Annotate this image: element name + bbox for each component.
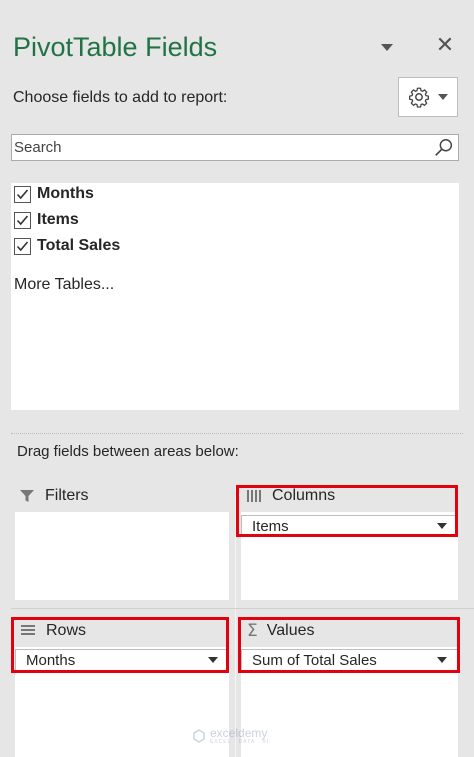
field-list: Months Items Total Sales More Tables...	[11, 183, 459, 410]
field-label: Items	[37, 211, 79, 228]
close-button[interactable]: ✕	[434, 34, 456, 56]
values-label: Values	[266, 622, 315, 639]
rows-field-label: Months	[26, 651, 76, 669]
field-label: Total Sales	[37, 237, 121, 254]
divider	[11, 433, 463, 434]
search-icon[interactable]	[433, 137, 455, 159]
rows-area-header: Rows	[20, 617, 86, 645]
search-input[interactable]	[12, 135, 427, 160]
tools-button[interactable]	[398, 77, 458, 117]
chevron-down-icon[interactable]	[208, 657, 218, 663]
chevron-down-icon	[438, 94, 448, 100]
pane-title: PivotTable Fields	[13, 32, 218, 62]
choose-fields-label: Choose fields to add to report:	[13, 89, 228, 106]
values-drop-area[interactable]: Sum of Total Sales	[241, 647, 458, 757]
divider	[11, 608, 474, 609]
checkmark-icon	[16, 214, 29, 225]
divider	[235, 486, 236, 757]
checkmark-icon	[16, 240, 29, 251]
watermark-tagline: EXCEL · DATA · BI	[210, 739, 270, 745]
gear-icon	[409, 87, 429, 108]
checkbox-items[interactable]	[14, 211, 31, 229]
filters-area-header: Filters	[19, 482, 89, 510]
values-field-pill[interactable]: Sum of Total Sales	[241, 649, 458, 671]
columns-area-header: Columns	[246, 482, 335, 510]
chevron-down-icon[interactable]	[437, 657, 447, 663]
columns-label: Columns	[272, 487, 336, 504]
chevron-down-icon[interactable]	[437, 523, 447, 529]
sigma-icon: Σ	[247, 621, 258, 641]
checkmark-icon	[16, 188, 29, 199]
checkbox-months[interactable]	[14, 185, 31, 203]
close-icon: ✕	[435, 32, 455, 57]
columns-drop-area[interactable]: Items	[241, 512, 458, 600]
watermark: exceldemy EXCEL · DATA · BI	[192, 727, 269, 745]
field-item-total-sales[interactable]: Total Sales	[14, 235, 120, 257]
drag-fields-label: Drag fields between areas below:	[17, 443, 239, 460]
watermark-name: exceldemy	[210, 726, 268, 740]
rows-label: Rows	[46, 622, 87, 639]
columns-icon	[247, 490, 261, 502]
columns-field-pill[interactable]: Items	[241, 515, 458, 537]
values-field-label: Sum of Total Sales	[252, 651, 377, 669]
columns-field-label: Items	[252, 517, 289, 535]
filters-drop-area[interactable]	[15, 512, 229, 600]
filters-label: Filters	[45, 487, 89, 504]
more-tables-link[interactable]: More Tables...	[14, 276, 114, 294]
values-area-header: Σ Values	[247, 617, 314, 645]
field-item-months[interactable]: Months	[14, 183, 94, 205]
field-label: Months	[37, 185, 94, 202]
search-field[interactable]	[11, 134, 459, 161]
rows-field-pill[interactable]: Months	[15, 649, 229, 671]
checkbox-total-sales[interactable]	[14, 237, 31, 255]
exceldemy-logo-icon	[193, 729, 205, 743]
chevron-down-icon	[381, 43, 393, 51]
filter-icon	[20, 490, 34, 502]
rows-icon	[21, 625, 35, 635]
task-pane-options-button[interactable]	[378, 40, 396, 54]
field-item-items[interactable]: Items	[14, 209, 79, 231]
